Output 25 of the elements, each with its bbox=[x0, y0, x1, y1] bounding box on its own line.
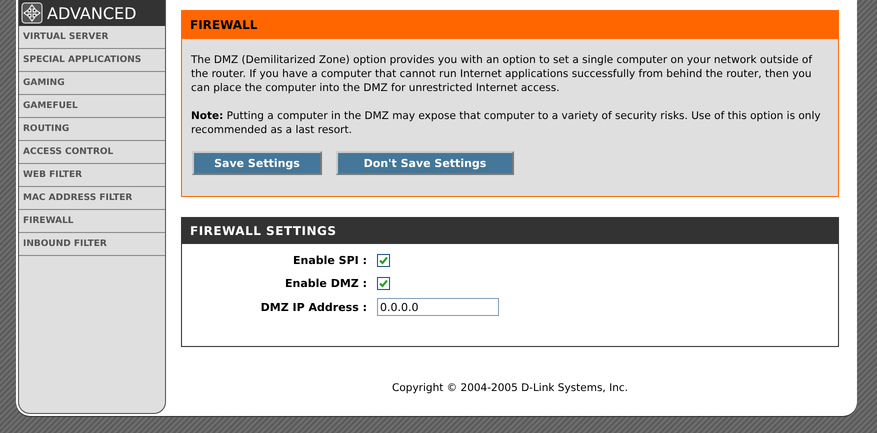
checkbox[interactable] bbox=[377, 254, 390, 267]
cancel-button[interactable]: Don't Save Settings bbox=[336, 151, 514, 175]
ip-address-field[interactable]: 0.0.0.0 bbox=[377, 298, 499, 316]
copyright-text: Copyright © 2004-2005 D-Link Systems, Inc. bbox=[391, 382, 629, 394]
advanced-icon bbox=[21, 2, 43, 24]
sidebar-item[interactable]: SPECIAL APPLICATIONS bbox=[19, 49, 165, 72]
sidebar-item[interactable]: GAMEFUEL bbox=[19, 95, 165, 118]
checkbox[interactable] bbox=[377, 277, 390, 290]
field-label: Enable DMZ : bbox=[285, 277, 367, 290]
sidebar-title: ADVANCED bbox=[47, 4, 136, 22]
field-label: Enable SPI : bbox=[292, 254, 367, 267]
panel-title: FIREWALL SETTINGS bbox=[182, 218, 838, 244]
sidebar-item[interactable]: MAC ADDRESS FILTER bbox=[19, 187, 165, 210]
sidebar-item[interactable]: INBOUND FILTER bbox=[19, 233, 165, 256]
save-button[interactable]: Save Settings bbox=[192, 151, 322, 175]
sidebar-item[interactable]: FIREWALL bbox=[19, 210, 165, 233]
sidebar-item[interactable]: VIRTUAL SERVER bbox=[19, 26, 165, 49]
sidebar-item[interactable]: WEB FILTER bbox=[19, 164, 165, 187]
description-text: Note: Putting a computer in the DMZ may expose that computer to a variety of security risks. Use of this option is only recommended as a last resort. bbox=[191, 109, 822, 137]
sidebar-item[interactable]: ROUTING bbox=[19, 118, 165, 141]
field-label: DMZ IP Address : bbox=[260, 300, 367, 314]
sidebar-item[interactable]: ACCESS CONTROL bbox=[19, 141, 165, 164]
description-text: The DMZ (Demilitarized Zone) option provides you with an option to set a single computer on your network outside of the router. If you have a computer that cannot run Internet applications successfully from behind the router, then you can place the computer into the DMZ for unrestricted Internet access. bbox=[191, 53, 814, 95]
sidebar-item[interactable]: GAMING bbox=[19, 72, 165, 95]
panel-title: FIREWALL bbox=[182, 11, 838, 39]
